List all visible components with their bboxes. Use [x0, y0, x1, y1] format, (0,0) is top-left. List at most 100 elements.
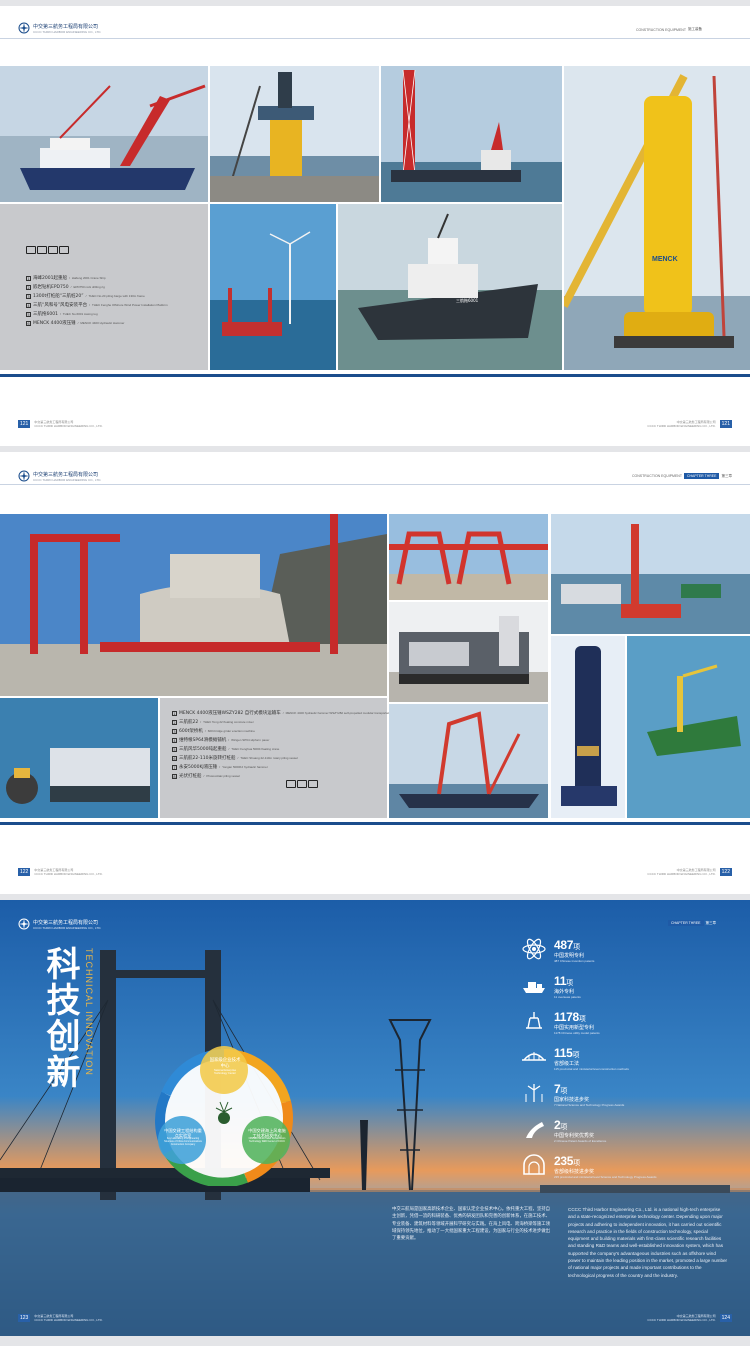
- stat-text: 11项 海外专利 11 overseas patents: [554, 974, 581, 999]
- circle-left-en: Key Laboratory of Engineering Structure …: [164, 1137, 202, 1146]
- legend-separator: /: [228, 747, 230, 751]
- stat-value: 1178: [554, 1010, 579, 1024]
- legend-item: 3 600t架桥机/600t bridge girder erection mac…: [172, 728, 403, 734]
- stat-unit: 项: [560, 1087, 568, 1095]
- chapter-cn: 第三章: [721, 473, 732, 478]
- legend-item-cn: 光伏打桩船: [179, 774, 202, 779]
- legend-item-number: 7: [172, 764, 177, 770]
- brand-name-en: CCCC THIRD HARBOR ENGINEERING CO., LTD.: [33, 925, 102, 930]
- section-title-cn-line2: 创新: [40, 1018, 80, 1090]
- legend-separator: /: [200, 720, 202, 724]
- stat-label-en: 115 provincial and ministerial level con…: [554, 1067, 629, 1071]
- stat-value: 487: [554, 938, 574, 952]
- legend-item: 1 海峰2001起重船 / Haifeng 2001 Crane Ship: [26, 275, 168, 281]
- stat-unit: 项: [566, 979, 573, 987]
- legend-item-number: 8: [172, 773, 177, 779]
- legend-item: 8 光伏打桩船 / Photovoltaic piling vessel: [172, 773, 403, 779]
- legend-item: 3 1300t打桩船“三航桩20” / THEC No.20 piling barge…: [26, 293, 168, 299]
- stat-label-en: 487 Chinese invention patents: [554, 959, 595, 963]
- page-number-right: 124: [719, 1314, 732, 1322]
- bridge-icon: [520, 1046, 548, 1068]
- stat-item: 7项 国家科技进步奖 7 National Science and Technolo…: [520, 1082, 730, 1107]
- stat-label-cn: 省部级工法: [554, 1061, 580, 1067]
- brand-logo: 中交第三航务工程局有限公司 CCCC THIRD HARBOR ENGINEER…: [18, 22, 101, 34]
- stat-label-cn: 国家科技进步奖: [554, 1097, 590, 1103]
- legend-item: 2 三航航22/THEC Tong 22 floating concrete mi…: [172, 719, 403, 725]
- footer-brand-en: CCCC THIRD HARBOR ENGINEERING CO., LTD.: [34, 872, 103, 876]
- chapter-tag: CHAPTER THREE: [668, 920, 704, 926]
- footer-brand-en: CCCC THIRD HARBOR ENGINEERING CO., LTD.: [647, 1318, 716, 1322]
- legend-item-cn: 三航航22-110米旋转打桩船: [179, 756, 236, 761]
- photo-modular-transporter: [0, 514, 387, 696]
- intro-paragraph-cn: 中交三航局是国家高新技术企业、国家认定企业技术中心。依托重大工程，坚持自主创新，…: [392, 1207, 551, 1242]
- legend-item-en: 600t bridge girder erection machine: [207, 729, 255, 733]
- footer-brand-en: CCCC THIRD HARBOR ENGINEERING CO., LTD.: [647, 872, 716, 876]
- circle-right-en: Offshore Wind Power Construction Technol…: [248, 1137, 286, 1144]
- stat-label-cn: 中国发明专利: [554, 953, 585, 959]
- legend-item-cn: 嵌岩钻机EPD750: [33, 285, 69, 290]
- legend-item-cn: 1300t打桩船“三航桩20”: [33, 294, 84, 299]
- legend-item-en: THEC Tong 22 floating concrete mixer: [203, 720, 254, 724]
- chapter-header: CHAPTER THREE 第三章: [668, 920, 716, 926]
- stat-number: 11项: [554, 974, 581, 988]
- page2-footer-right: 中交第三航务工程局有限公司 CCCC THIRD HARBOR ENGINEER…: [647, 868, 732, 876]
- legend-item-en: Wirtgen SP64 slipform paver: [231, 738, 270, 742]
- page1-footer-left: 121 中交第三航务工程局有限公司 CCCC THIRD HARBOR ENGI…: [18, 420, 103, 428]
- legend-item-number: 1: [26, 275, 31, 281]
- legend-separator: /: [282, 711, 284, 715]
- brand-name-cn: 中交第三航务工程局有限公司: [33, 23, 99, 30]
- circle-top-en: National Enterprise Technology Center: [213, 1069, 237, 1075]
- stat-label-en: 11 overseas patents: [554, 995, 581, 999]
- footer-brand-en: CCCC THIRD HARBOR ENGINEERING CO., LTD.: [647, 424, 716, 428]
- company-logo-icon: [18, 470, 30, 482]
- page2-footer-left: 122 中交第三航务工程局有限公司 CCCC THIRD HARBOR ENGI…: [18, 868, 103, 876]
- stat-label-en: 1178 Chinese utility model patents: [554, 1031, 600, 1035]
- legend-item-number: 4: [26, 302, 31, 308]
- stat-unit: 项: [573, 943, 580, 951]
- legend-item: 4 维特根SP64滑模摊铺机 / Wirtgen SP64 slipform pave…: [172, 737, 403, 743]
- chapter-header: CONSTRUCTION EQUIPMENT CHAPTER THREE 第三章: [632, 473, 732, 479]
- legend-item-en: Haifeng 2001 Crane Ship: [71, 276, 106, 280]
- stat-number: 235项: [554, 1154, 656, 1168]
- legend-item-number: 5: [172, 746, 177, 752]
- legend-separator: /: [59, 312, 61, 316]
- legend-item-number: 1: [172, 710, 177, 716]
- legend-item-en: MENCK 4400 Hydraulic Hammer: [80, 321, 125, 325]
- footer-brand-en: CCCC THIRD HARBOR ENGINEERING CO., LTD.: [34, 1318, 103, 1322]
- stat-text: 7项 国家科技进步奖 7 National Science and Technolo…: [554, 1082, 624, 1107]
- legend-item-cn: MENCK 4400液压锤: [33, 321, 76, 326]
- section-title-cn: 科技创新: [40, 946, 80, 1090]
- legend-item: 7 永安5000KJ液压锤 / Yongan 5000KJ hydraulic ham…: [172, 764, 403, 770]
- chapter-cn: 施工装备: [687, 27, 702, 31]
- page1-legend-panel: 1 海峰2001起重船 / Haifeng 2001 Crane Ship 2 嵌岩钻机E…: [0, 204, 208, 370]
- legend-item-en: EPD750 rock drilling rig: [73, 285, 105, 289]
- circle-offshore-wind-center: 中国交建海上风电施工技术研发中心 Offshore Wind Power Con…: [248, 1128, 286, 1144]
- stat-value: 235: [554, 1154, 574, 1168]
- photo-floating-concrete-mixer: [0, 698, 158, 818]
- innovation-centers-diagram: 国家级企业技术中心 National Enterprise Technology…: [146, 1036, 302, 1186]
- photo-crane-ship: [0, 66, 208, 202]
- page1-footer-right: 中交第三航务工程局有限公司 CCCC THIRD HARBOR ENGINEER…: [647, 420, 732, 428]
- stat-number: 2项: [554, 1118, 606, 1132]
- legend-item-en: THEC Shuang 22-110m rotary piling vessel: [240, 756, 298, 760]
- chapter-en: CONSTRUCTION EQUIPMENT: [632, 474, 682, 478]
- stat-label-cn: 省部级科技进步奖: [554, 1169, 595, 1175]
- legend-item-number: 4: [172, 737, 177, 743]
- photo-wind-installation-platform: [210, 204, 336, 370]
- section-title: 科技创新 TECHNICAL INNOVATION: [40, 946, 94, 1090]
- stat-unit: 项: [578, 1015, 586, 1023]
- legend-item-cn: 600t架桥机: [179, 729, 203, 734]
- stat-label-cn: 海外专利: [554, 989, 575, 995]
- legend-item-cn: 维特根SP64滑模摊铺机: [179, 738, 227, 743]
- page2-legend-panel: 1 MENCK 4400液压锤WSZY282 自行式模块运输车 / MENCK 440…: [160, 698, 403, 818]
- page-3-innovation: 中交第三航务工程局有限公司 CCCC THIRD HARBOR ENGINEER…: [0, 900, 750, 1336]
- page-1: 中交第三航务工程局有限公司 CCCC THIRD HARBOR ENGINEER…: [0, 6, 750, 446]
- chapter-tag: CHAPTER THREE: [683, 473, 720, 479]
- legend-item-en: THEC Fenghua 5000t floating crane: [231, 747, 280, 751]
- legend-separator: /: [85, 294, 87, 298]
- stat-value: 11: [554, 974, 567, 988]
- legend-thumbnail-grid: [26, 246, 69, 254]
- stat-unit: 项: [560, 1123, 568, 1131]
- stat-text: 1178项 中国实用新型专利 1178 Chinese utility model …: [554, 1010, 600, 1035]
- chapter-header: CONSTRUCTION EQUIPMENT 施工装备: [636, 27, 702, 32]
